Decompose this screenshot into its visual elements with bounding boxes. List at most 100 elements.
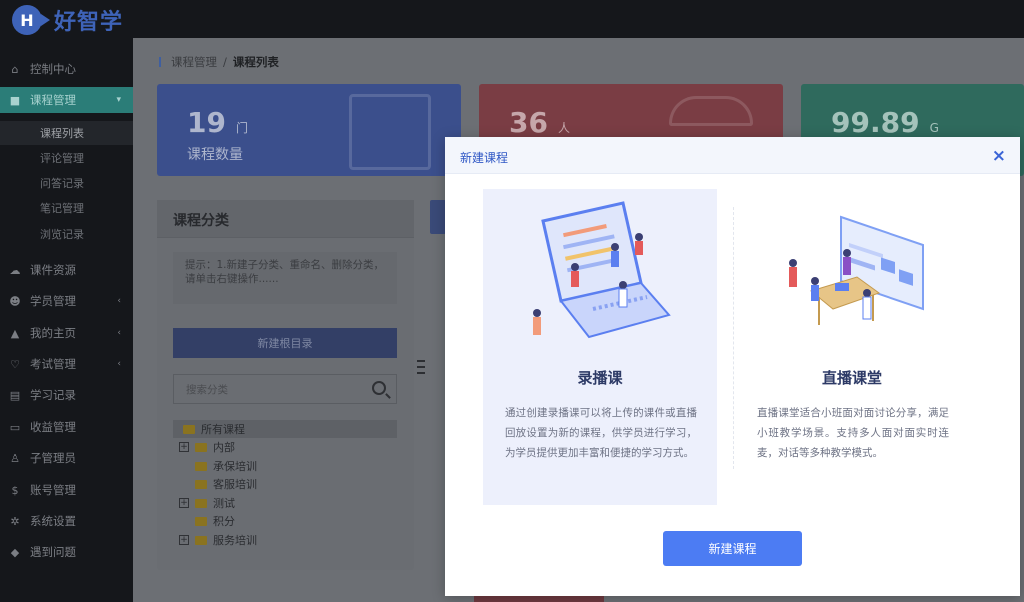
sidebar-item-students[interactable]: ☻ 学员管理 ‹: [0, 288, 133, 314]
folder-icon: [195, 498, 207, 508]
category-panel: 课程分类 提示：1.新建子分类、重命名、删除分类，请单击右键操作...... 新…: [157, 200, 414, 570]
sidebar-item-label: 课程管理: [30, 93, 76, 107]
sidebar-item-label: 学习记录: [30, 388, 76, 402]
breadcrumb-current: 课程列表: [232, 55, 279, 69]
stat-unit: G: [929, 121, 939, 135]
tree-node-label: 积分: [213, 515, 235, 528]
recorded-course-option[interactable]: 录播课 通过创建录播课可以将上传的课件或直播回放设置为新的课程，供学员进行学习，…: [483, 189, 717, 505]
tree-node-label: 客服培训: [213, 478, 257, 491]
sidebar-subitem-comments[interactable]: 评论管理: [0, 146, 133, 170]
tree-node-label: 所有课程: [201, 423, 245, 436]
option-description: 直播课堂适合小班面对面讨论分享，满足小班教学场景。支持多人面对面实时连麦，对话等…: [757, 407, 949, 459]
top-bar: H 好智学: [0, 0, 1024, 38]
app-logo[interactable]: H 好智学: [12, 4, 123, 36]
sidebar-item-settings[interactable]: ✲ 系统设置: [0, 508, 133, 534]
logo-icon: H: [12, 5, 50, 35]
close-icon[interactable]: ×: [992, 146, 1006, 166]
sidebar-item-label: 我的主页: [30, 326, 76, 340]
tree-node[interactable]: + 服务培训: [173, 531, 397, 549]
tree-node[interactable]: 积分: [173, 512, 397, 530]
tree-node[interactable]: 承保培训: [173, 457, 397, 475]
sidebar-subitem-history[interactable]: 浏览记录: [0, 222, 133, 246]
sidebar-item-accounts[interactable]: $ 账号管理: [0, 477, 133, 503]
sidebar-item-sub-admins[interactable]: ♙ 子管理员: [0, 445, 133, 471]
sidebar-item-dashboard[interactable]: ⌂ 控制中心: [0, 56, 133, 82]
drag-handle-icon[interactable]: [417, 360, 425, 374]
chevron-left-icon: ‹: [117, 296, 121, 306]
new-course-dialog: 新建课程 × 录播课 通过创建录播课可以将上传的课件或直播回放设置为新的课程，供…: [445, 137, 1020, 596]
sidebar-item-course-management[interactable]: ■ 课程管理 ▾: [0, 87, 133, 113]
search-placeholder: 搜索分类: [186, 383, 228, 396]
tree-node-label: 服务培训: [213, 534, 257, 547]
dialog-header: 新建课程 ×: [445, 137, 1020, 174]
search-icon[interactable]: [372, 381, 386, 395]
students-icon: ☻: [9, 294, 21, 308]
new-root-directory-button[interactable]: 新建根目录: [173, 328, 397, 358]
folder-icon: [195, 535, 207, 545]
expand-icon[interactable]: +: [179, 442, 189, 452]
laptop-illustration-icon: [533, 201, 671, 339]
app-name: 好智学: [54, 10, 124, 35]
document-icon: [349, 94, 431, 170]
sidebar-item-label: 系统设置: [30, 514, 76, 528]
chevron-left-icon: ‹: [117, 328, 121, 338]
sidebar-item-label: 收益管理: [30, 420, 76, 434]
breadcrumb-parent[interactable]: 课程管理: [171, 54, 217, 70]
sidebar-item-label: 账号管理: [30, 483, 76, 497]
stat-value: 19 门: [187, 106, 248, 139]
stat-unit: 门: [235, 121, 248, 135]
stat-label: 课程数量: [187, 147, 243, 163]
sidebar-subitem-qa[interactable]: 问答记录: [0, 171, 133, 195]
category-panel-title: 课程分类: [173, 213, 229, 229]
sidebar-item-courseware[interactable]: ☁ 课件资源: [0, 257, 133, 283]
category-search-input[interactable]: 搜索分类: [173, 374, 397, 404]
dialog-title: 新建课程: [460, 151, 509, 165]
tree-node[interactable]: + 测试: [173, 494, 397, 512]
breadcrumb: 课程管理 / 课程列表: [159, 54, 279, 70]
sidebar-item-help[interactable]: ◆ 遇到问题: [0, 539, 133, 565]
graduation-icon: ▲: [10, 326, 20, 340]
breadcrumb-separator: /: [223, 55, 227, 69]
folder-icon: [195, 479, 207, 489]
wallet-icon: ▭: [9, 420, 21, 434]
create-course-button[interactable]: 新建课程: [663, 531, 802, 566]
clipboard-icon: ▤: [9, 388, 21, 402]
option-divider: [733, 207, 734, 469]
home-icon: ⌂: [11, 62, 19, 76]
expand-icon[interactable]: +: [179, 498, 189, 508]
sidebar-subitem-notes[interactable]: 笔记管理: [0, 196, 133, 220]
panel-tab[interactable]: [430, 200, 446, 234]
option-description: 通过创建录播课可以将上传的课件或直播回放设置为新的课程，供学员进行学习，为学员提…: [505, 407, 697, 459]
stat-value: 36 人: [509, 106, 570, 139]
expand-icon[interactable]: +: [179, 535, 189, 545]
tree-node[interactable]: 客服培训: [173, 475, 397, 493]
sidebar-item-label: 考试管理: [30, 357, 76, 371]
heart-icon: ♡: [10, 357, 20, 371]
option-title: 直播课堂: [821, 369, 882, 387]
sidebar-item-label: 课件资源: [30, 263, 76, 277]
live-class-option[interactable]: 直播课堂 直播课堂适合小班面对面讨论分享，满足小班教学场景。支持多人面对面实时连…: [735, 189, 969, 505]
sidebar-item-label: 学员管理: [30, 294, 76, 308]
sidebar-item-homepage[interactable]: ▲ 我的主页 ‹: [0, 320, 133, 346]
folder-icon: [183, 424, 195, 434]
user-icon: ♙: [10, 451, 20, 465]
folder-icon: [195, 461, 207, 471]
tree-node-label: 内部: [213, 441, 235, 454]
tree-node[interactable]: 所有课程: [173, 420, 397, 438]
cloud-icon: ☁: [9, 263, 21, 277]
live-classroom-illustration-icon: [789, 215, 924, 325]
tree-node-label: 测试: [213, 497, 235, 510]
category-tip: 提示：1.新建子分类、重命名、删除分类，请单击右键操作......: [173, 252, 397, 304]
sidebar-item-earnings[interactable]: ▭ 收益管理: [0, 414, 133, 440]
sidebar-item-label: 控制中心: [30, 62, 76, 76]
tree-node[interactable]: + 内部: [173, 438, 397, 456]
gear-icon: ✲: [10, 514, 20, 528]
option-title: 录播课: [577, 369, 623, 387]
sidebar-item-learning-records[interactable]: ▤ 学习记录: [0, 382, 133, 408]
sidebar-subitem-course-list[interactable]: 课程列表: [0, 121, 133, 145]
tree-node-label: 承保培训: [213, 460, 257, 473]
chevron-left-icon: ‹: [117, 359, 121, 369]
graduation-cap-icon: [669, 96, 753, 126]
book-icon: ■: [9, 93, 21, 107]
sidebar-item-exams[interactable]: ♡ 考试管理 ‹: [0, 351, 133, 377]
